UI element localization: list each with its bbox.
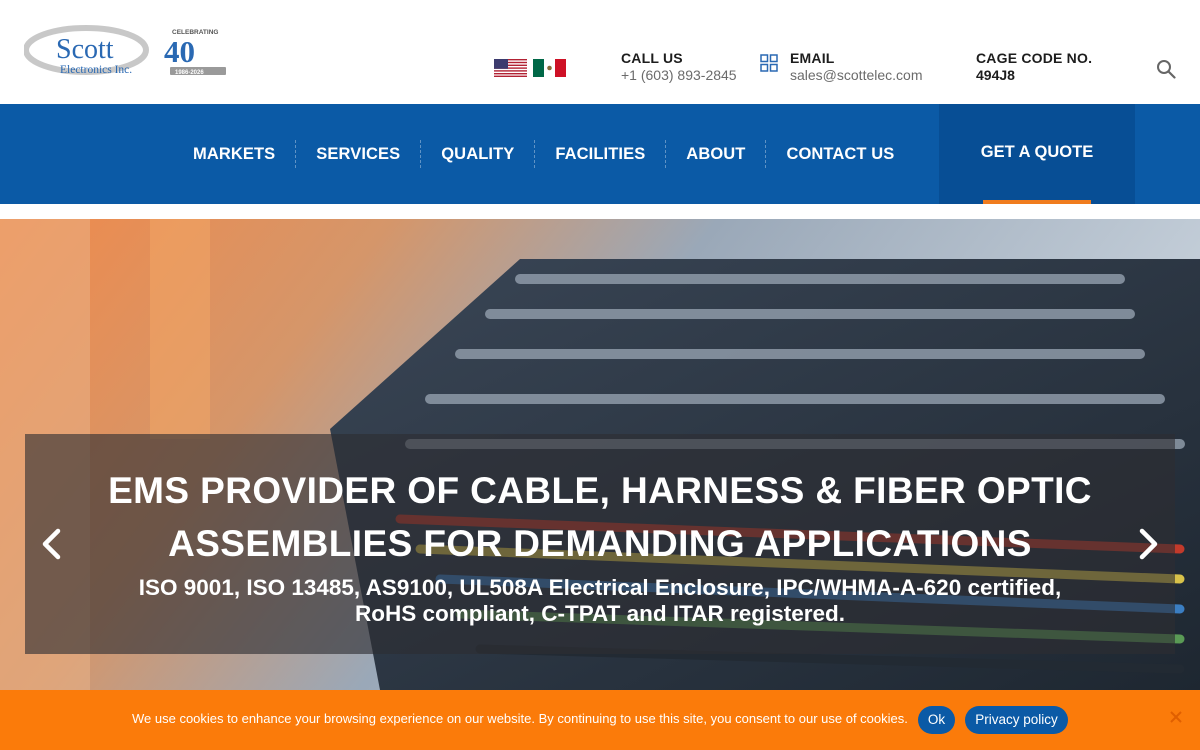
nav-menu: MARKETS SERVICES QUALITY FACILITIES ABOU… (173, 104, 914, 204)
nav-item-contact-us[interactable]: CONTACT US (766, 139, 914, 169)
hero-slider: EMS PROVIDER OF CABLE, HARNESS & FIBER O… (0, 219, 1200, 690)
cage-code-title: CAGE CODE NO. (976, 50, 1093, 66)
cage-code-value: 494J8 (976, 67, 1015, 83)
quote-active-underline (983, 200, 1091, 204)
hero-caption-panel: EMS PROVIDER OF CABLE, HARNESS & FIBER O… (25, 434, 1175, 654)
nav-item-about[interactable]: ABOUT (666, 139, 765, 169)
call-us-block: CALL US +1 (603) 893-2845 (621, 50, 737, 84)
hero-subtitle: ISO 9001, ISO 13485, AS9100, UL508A Elec… (25, 575, 1175, 627)
get-a-quote-button[interactable]: GET A QUOTE (939, 104, 1135, 204)
logo-name-text: Scott (56, 34, 114, 65)
logo-subtitle-text: Electronics Inc. (60, 64, 132, 76)
call-us-title: CALL US (621, 50, 683, 66)
search-icon[interactable] (1156, 59, 1176, 79)
hero-subtitle-line-1: ISO 9001, ISO 13485, AS9100, UL508A Elec… (138, 575, 1062, 600)
nav-item-markets[interactable]: MARKETS (173, 139, 295, 169)
hero-title: EMS PROVIDER OF CABLE, HARNESS & FIBER O… (25, 464, 1175, 570)
main-navigation: MARKETS SERVICES QUALITY FACILITIES ABOU… (0, 104, 1200, 204)
mexico-flag-icon[interactable] (533, 59, 566, 77)
email-title: EMAIL (790, 50, 835, 66)
nav-item-quality[interactable]: QUALITY (421, 139, 534, 169)
hero-title-line-2: ASSEMBLIES FOR DEMANDING APPLICATIONS (168, 523, 1032, 564)
email-icon (760, 54, 778, 72)
us-flag-icon[interactable] (494, 59, 527, 77)
phone-number[interactable]: +1 (603) 893-2845 (621, 67, 737, 84)
site-header: Scott Electronics Inc. CELEBRATING 40 19… (0, 0, 1200, 104)
chevron-left-icon[interactable] (38, 527, 66, 561)
hero-title-line-1: EMS PROVIDER OF CABLE, HARNESS & FIBER O… (108, 470, 1092, 511)
cookie-message: We use cookies to enhance your browsing … (132, 711, 908, 726)
anniversary-years: 1986-2026 (175, 70, 204, 76)
chevron-right-icon[interactable] (1134, 527, 1162, 561)
email-address[interactable]: sales@scottelec.com (790, 67, 922, 84)
nav-item-services[interactable]: SERVICES (296, 139, 420, 169)
email-block: EMAIL sales@scottelec.com (790, 50, 922, 84)
close-icon[interactable] (1168, 709, 1184, 725)
cookie-consent-bar: We use cookies to enhance your browsing … (0, 690, 1200, 750)
cage-code-block: CAGE CODE NO. 494J8 (976, 50, 1092, 84)
nav-item-facilities[interactable]: FACILITIES (535, 139, 665, 169)
hero-subtitle-line-2: RoHS compliant, C-TPAT and ITAR register… (354, 601, 846, 626)
cookie-ok-button[interactable]: Ok (918, 706, 955, 734)
privacy-policy-button[interactable]: Privacy policy (965, 706, 1068, 734)
anniversary-number: 40 (164, 34, 195, 69)
scott-electronics-logo[interactable]: Scott Electronics Inc. CELEBRATING 40 19… (24, 20, 234, 84)
language-flags (494, 59, 566, 77)
